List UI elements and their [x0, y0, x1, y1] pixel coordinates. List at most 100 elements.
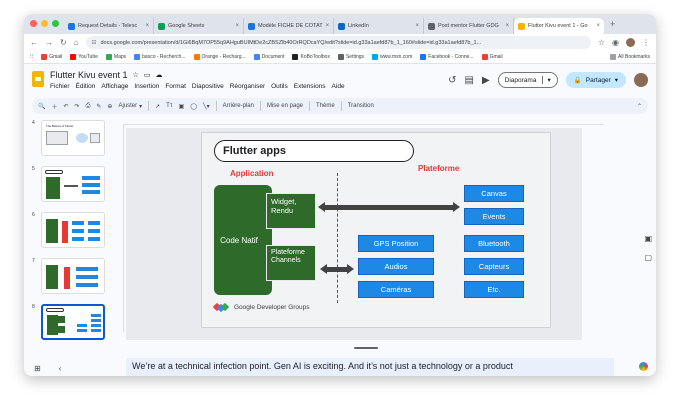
filmstrip-slide[interactable]: 6 [32, 212, 105, 248]
image-icon[interactable]: ▣ [179, 103, 185, 110]
bookmark-item[interactable]: Facebook - Conne... [420, 54, 474, 60]
browser-tab[interactable]: LinkedIn × [334, 18, 424, 34]
events-box[interactable]: Events [464, 208, 524, 225]
slide-thumbnail[interactable] [41, 166, 105, 202]
bookmark-item[interactable]: Maps [105, 54, 126, 60]
collapse-toolbar-icon[interactable]: ⌃ [637, 103, 642, 110]
close-tab-icon[interactable]: × [596, 23, 600, 29]
zoom-icon[interactable]: ⊕ [107, 103, 112, 110]
browser-tab[interactable]: Post mentor Flutter GDG × [424, 18, 514, 34]
paint-format-icon[interactable]: ✎ [96, 103, 101, 110]
menu-item[interactable]: Diapositive [192, 83, 224, 90]
all-bookmarks[interactable]: All Bookmarks [610, 54, 650, 60]
cloud-saved-icon[interactable]: ☁ [155, 71, 162, 79]
star-icon[interactable]: ☆ [133, 71, 139, 79]
slide-title[interactable]: Flutter apps [214, 140, 414, 162]
filmstrip-slide[interactable]: 7 [32, 258, 105, 294]
home-icon[interactable]: ⌂ [74, 38, 79, 47]
cameras-box[interactable]: Caméras [358, 281, 434, 298]
text-box-icon[interactable]: Tт [166, 103, 172, 109]
code-natif-box[interactable]: Code Natif [214, 185, 272, 295]
slide-thumbnail-selected[interactable] [41, 304, 105, 340]
filmstrip-slide[interactable]: 8 [32, 304, 105, 340]
etc-box[interactable]: Etc. [464, 281, 524, 298]
maximize-window-button[interactable] [52, 20, 59, 27]
close-tab-icon[interactable]: × [235, 23, 239, 29]
video-call-icon[interactable]: ▶ [482, 75, 490, 86]
slides-logo-icon[interactable] [32, 71, 44, 87]
capteurs-box[interactable]: Capteurs [464, 258, 524, 275]
site-info-icon[interactable]: ☷ [92, 40, 97, 46]
keep-icon[interactable]: ▣ [644, 234, 652, 243]
background-button[interactable]: Arrière-plan [223, 103, 254, 109]
bookmark-item[interactable]: Gmail [481, 54, 503, 60]
zoom-select[interactable]: Ajuster ▾ [118, 103, 142, 110]
current-slide[interactable]: Flutter apps Application Plateforme Code… [201, 132, 551, 328]
transition-button[interactable]: Transition [348, 103, 374, 109]
bookmark-item[interactable]: Orange - Recharg... [193, 54, 246, 60]
bookmark-item[interactable]: YouTube [70, 54, 98, 60]
horizontal-ruler[interactable] [124, 120, 604, 125]
share-button[interactable]: 🔒 Partager ▾ [565, 72, 626, 88]
speaker-notes[interactable]: We’re at a technical infection point. Ge… [126, 358, 614, 376]
menu-item[interactable]: Fichier [50, 83, 70, 90]
bookmark-item[interactable]: www.msn.com [372, 54, 412, 60]
profile-icon[interactable] [626, 38, 635, 47]
menu-item[interactable]: Réorganiser [230, 83, 265, 90]
notes-resize-handle[interactable] [354, 347, 378, 349]
collapse-filmstrip-icon[interactable]: ‹ [59, 364, 62, 373]
reload-icon[interactable]: ↻ [60, 38, 67, 47]
layout-button[interactable]: Mise en page [267, 103, 303, 109]
canvas-box[interactable]: Canvas [464, 185, 524, 202]
new-tab-button[interactable]: + [604, 19, 621, 29]
bluetooth-box[interactable]: Bluetooth [464, 235, 524, 252]
new-slide-icon[interactable]: ＋ [51, 102, 57, 111]
double-arrow-top[interactable] [318, 202, 460, 212]
slide-thumbnail[interactable] [41, 212, 105, 248]
application-heading[interactable]: Application [230, 169, 274, 178]
gdg-branding[interactable]: Google Developer Groups [212, 302, 310, 313]
browser-tab[interactable]: Google Sheets × [154, 18, 244, 34]
avatar[interactable] [634, 73, 648, 87]
bookmark-item[interactable]: Document [253, 54, 284, 60]
close-window-button[interactable] [30, 20, 37, 27]
filmstrip-slide[interactable]: 5 [32, 166, 105, 202]
back-arrow-icon[interactable]: ← [30, 38, 38, 47]
browser-tab[interactable]: Modèle FICHE DE COTAT × [244, 18, 334, 34]
menu-item[interactable]: Extensions [294, 83, 326, 90]
close-tab-icon[interactable]: × [326, 23, 330, 29]
history-icon[interactable]: ↺ [448, 75, 456, 86]
slideshow-button[interactable]: Diaporama ▾ [497, 72, 558, 88]
line-icon[interactable]: ╲▾ [203, 103, 210, 110]
close-tab-icon[interactable]: × [415, 23, 419, 29]
bookmark-item[interactable]: Gmail [41, 54, 62, 60]
browser-menu-icon[interactable]: ⋮ [642, 38, 650, 47]
theme-button[interactable]: Thème [316, 103, 335, 109]
slide-thumbnail[interactable] [41, 258, 105, 294]
divider-dashed-line[interactable] [337, 173, 338, 303]
bookmark-item[interactable]: basco - Recherch... [134, 54, 186, 60]
slide-thumbnail[interactable]: The Basics of Flutter [41, 120, 105, 156]
widget-rendu-box[interactable]: Widget, Rendu [266, 193, 316, 229]
url-field[interactable]: ☷ docs.google.com/presentation/d/1Gi6BqM… [85, 36, 591, 49]
platform-heading[interactable]: Plateforme [418, 164, 459, 173]
menu-item[interactable]: Format [165, 83, 186, 90]
redo-icon[interactable]: ↷ [75, 103, 80, 110]
close-tab-icon[interactable]: × [505, 23, 509, 29]
filmstrip-slide[interactable]: 4 The Basics of Flutter [32, 120, 105, 156]
search-menus-icon[interactable]: 🔍 [38, 103, 45, 110]
browser-tab[interactable]: Request Details - Telesc × [64, 18, 154, 34]
menu-item[interactable]: Outils [271, 83, 288, 90]
chevron-down-icon[interactable]: ▾ [542, 76, 551, 84]
menu-item[interactable]: Édition [76, 83, 96, 90]
vertical-ruler[interactable] [118, 124, 124, 332]
apps-grid-icon[interactable]: ⁝⁝ [30, 54, 33, 60]
bookmark-star-icon[interactable]: ☆ [598, 38, 605, 47]
audios-box[interactable]: Audios [358, 258, 434, 275]
grid-view-icon[interactable]: ⊞ [34, 364, 41, 373]
double-arrow-bottom[interactable] [320, 264, 354, 274]
document-title[interactable]: Flutter Kivu event 1 [50, 70, 128, 80]
platform-channels-box[interactable]: Plateforme Channels [266, 245, 316, 281]
bookmark-item[interactable]: Settings [337, 54, 364, 60]
forward-arrow-icon[interactable]: → [45, 38, 53, 47]
